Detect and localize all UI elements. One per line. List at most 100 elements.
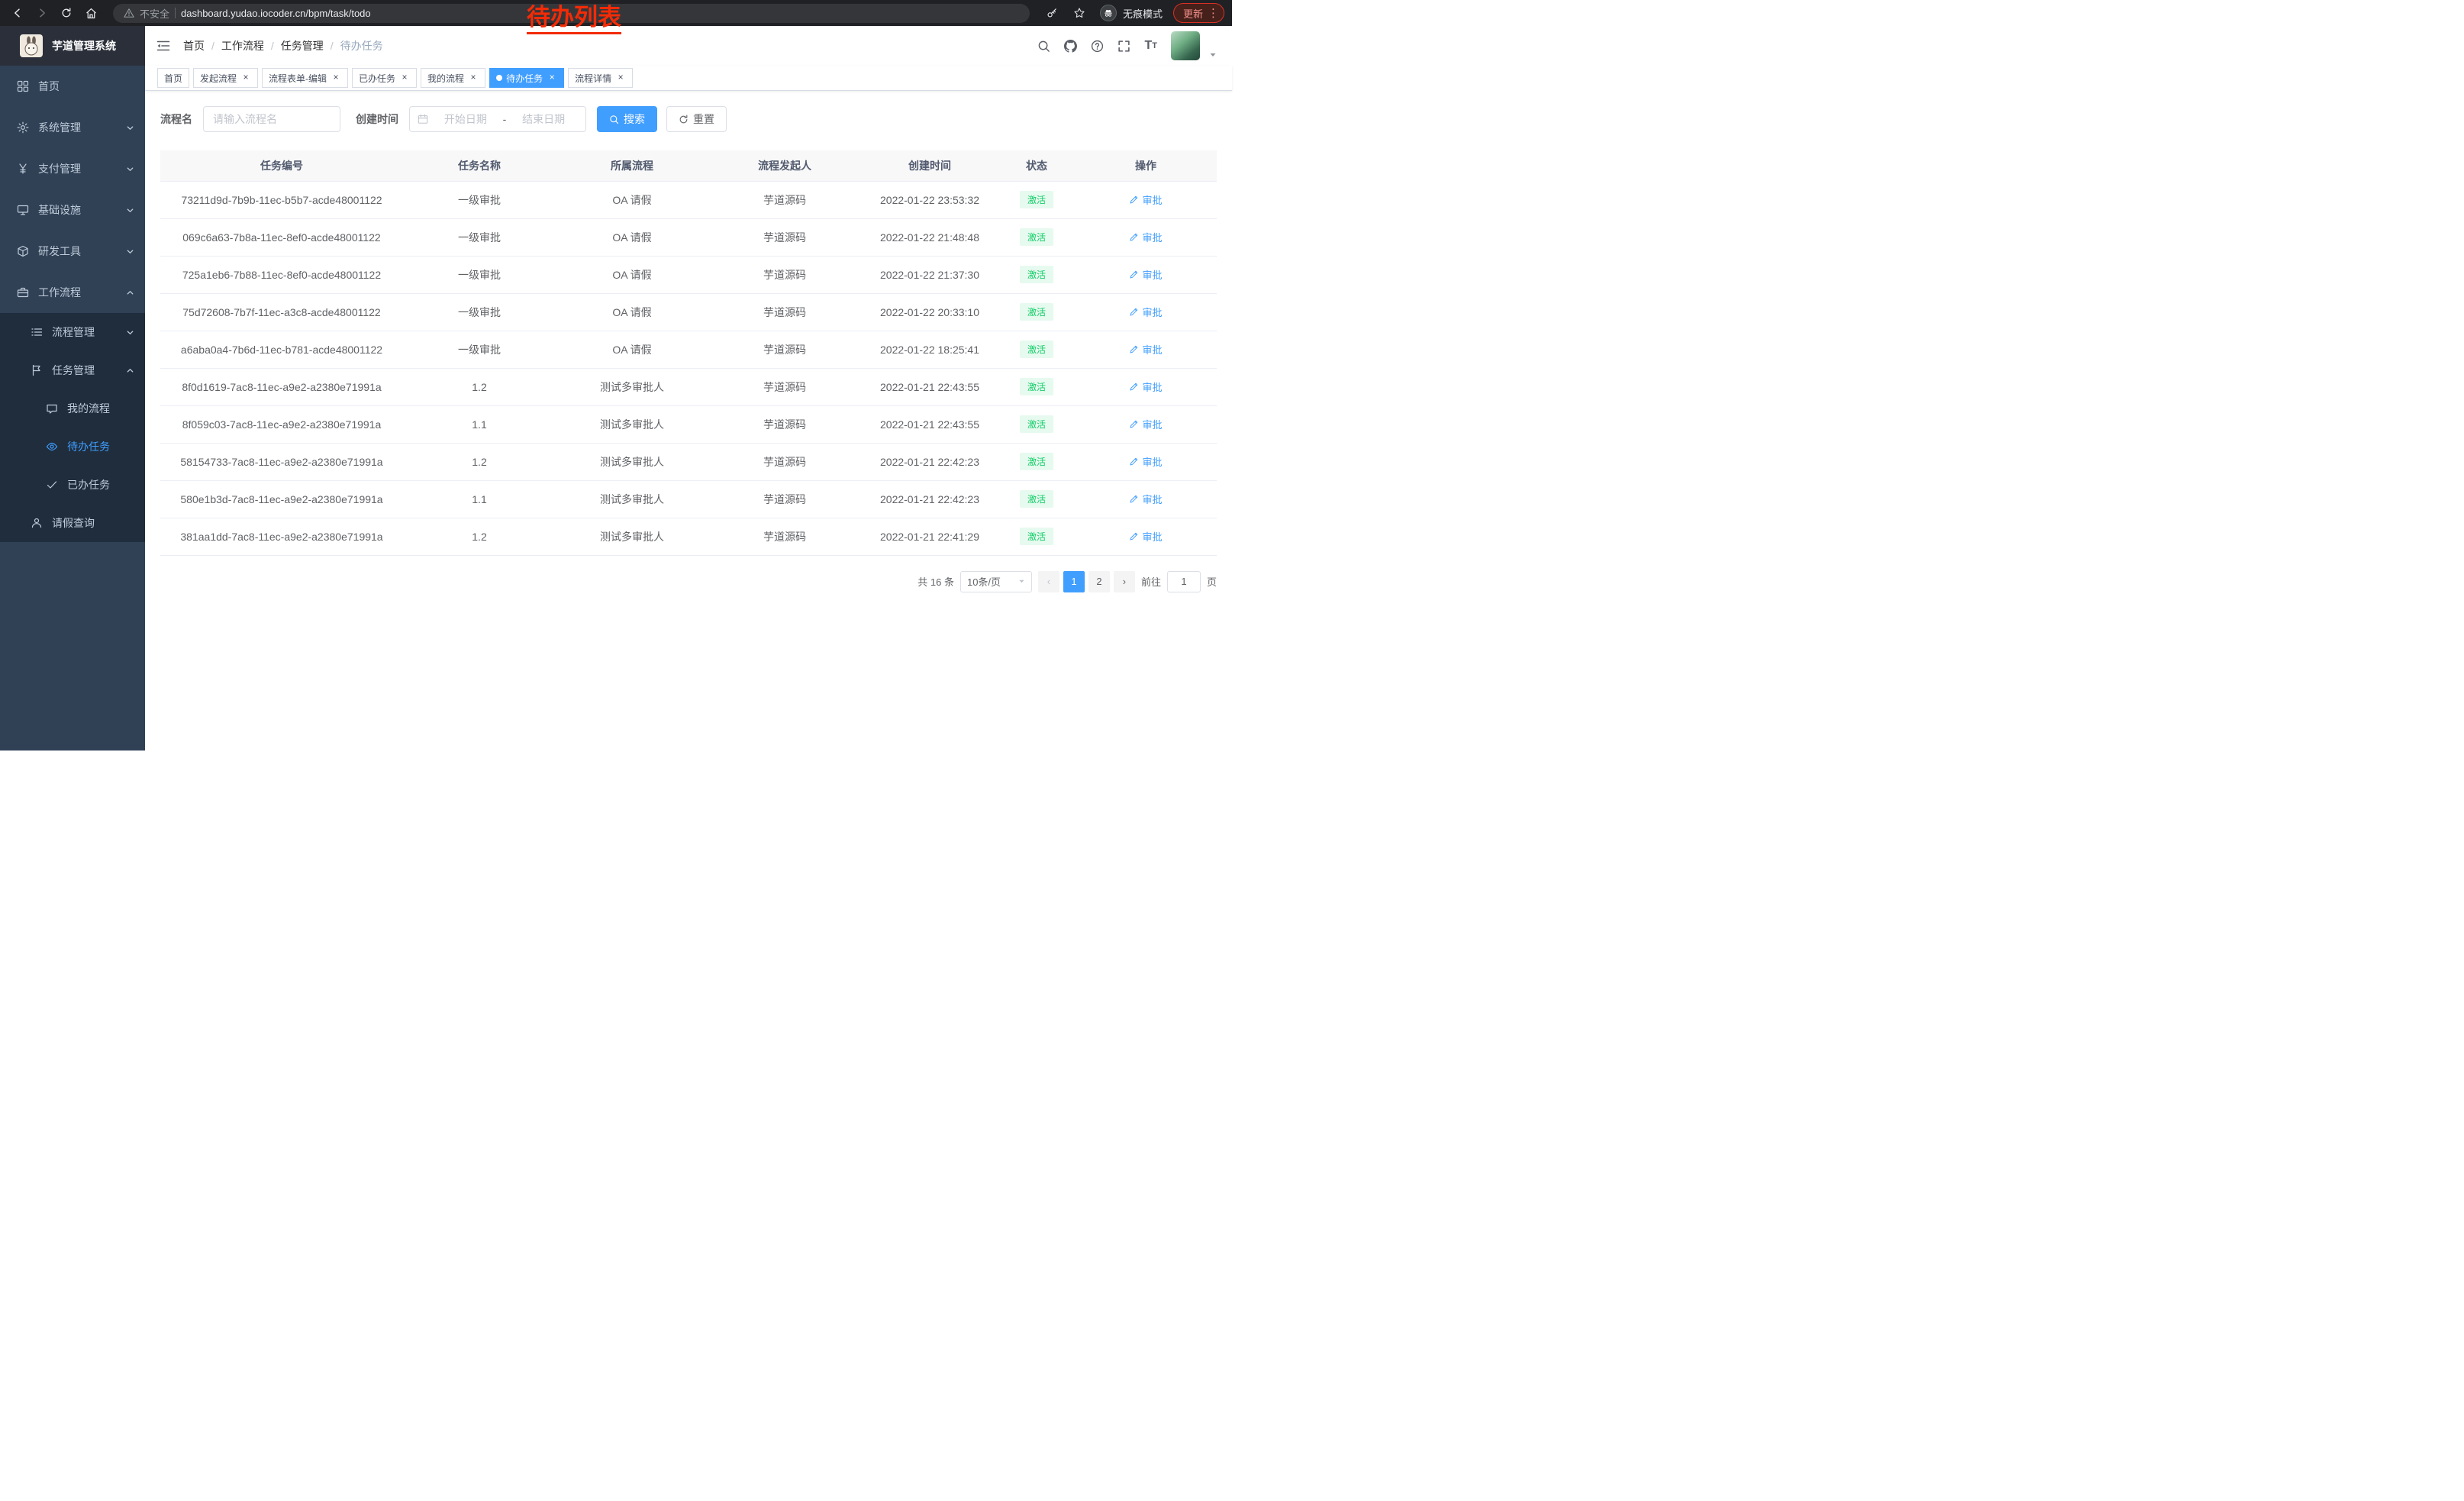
chat-icon xyxy=(46,402,58,415)
search-button-label: 搜索 xyxy=(624,111,645,127)
browser-home-icon[interactable] xyxy=(81,3,101,23)
approve-link[interactable]: 审批 xyxy=(1129,492,1162,506)
avatar-caret-icon[interactable] xyxy=(1209,51,1217,60)
reset-button[interactable]: 重置 xyxy=(666,106,727,132)
create-time-range-picker[interactable]: 开始日期 - 结束日期 xyxy=(409,106,586,132)
github-icon[interactable] xyxy=(1064,40,1077,53)
breadcrumb-item[interactable]: 工作流程 xyxy=(221,38,264,53)
tab-close-icon[interactable]: × xyxy=(399,73,410,83)
page-button-2[interactable]: 2 xyxy=(1088,571,1110,592)
breadcrumb-item[interactable]: 任务管理 xyxy=(281,38,324,53)
sidebar-item-infrastructure[interactable]: 基础设施 xyxy=(0,189,145,231)
approve-link[interactable]: 审批 xyxy=(1129,305,1162,319)
sidebar-item-payment-management[interactable]: 支付管理 xyxy=(0,148,145,189)
search-button[interactable]: 搜索 xyxy=(597,106,657,132)
approve-link[interactable]: 审批 xyxy=(1129,529,1162,544)
end-date-placeholder[interactable]: 结束日期 xyxy=(509,111,578,127)
browser-forward-icon[interactable] xyxy=(32,3,52,23)
sidebar-item-my-process[interactable]: 我的流程 xyxy=(0,389,145,428)
sidebar-item-process-management[interactable]: 流程管理 xyxy=(0,313,145,351)
bookmark-star-icon[interactable] xyxy=(1069,3,1089,23)
table-row: 75d72608-7b7f-11ec-a3c8-acde48001122 一级审… xyxy=(160,293,1217,331)
security-label[interactable]: 不安全 xyxy=(140,6,169,21)
process-cell: OA 请假 xyxy=(556,331,708,368)
status-badge: 激活 xyxy=(1020,378,1053,395)
page-button-1[interactable]: 1 xyxy=(1063,571,1085,592)
browser-reload-icon[interactable] xyxy=(56,3,76,23)
status-badge: 激活 xyxy=(1020,341,1053,358)
page-size-value: 10条/页 xyxy=(967,574,1001,589)
task-id-cell: 73211d9d-7b9b-11ec-b5b7-acde48001122 xyxy=(160,181,403,218)
pagination-next-button[interactable]: › xyxy=(1114,571,1135,592)
approve-link[interactable]: 审批 xyxy=(1129,417,1162,431)
briefcase-icon xyxy=(17,286,29,299)
tab-bar: 首页 发起流程 × 流程表单-编辑 × 已办任务 × 我的流程 × 待办任务 ×… xyxy=(145,66,1232,91)
chevron-up-icon xyxy=(126,366,134,375)
approve-link[interactable]: 审批 xyxy=(1129,379,1162,394)
pagination-prev-button[interactable]: ‹ xyxy=(1038,571,1059,592)
task-name-cell: 一级审批 xyxy=(403,256,556,293)
tab-close-icon[interactable]: × xyxy=(468,73,479,83)
approve-link[interactable]: 审批 xyxy=(1129,342,1162,357)
goto-page-input[interactable] xyxy=(1167,571,1201,592)
status-badge: 激活 xyxy=(1020,490,1053,508)
incognito-label: 无痕模式 xyxy=(1123,6,1163,21)
user-icon xyxy=(31,517,43,529)
edit-icon xyxy=(1129,195,1139,205)
browser-back-icon[interactable] xyxy=(8,3,27,23)
fullscreen-icon[interactable] xyxy=(1118,40,1130,53)
tab-首页[interactable]: 首页 xyxy=(157,68,189,88)
process-name-input[interactable] xyxy=(203,106,340,132)
sidebar-item-task-management[interactable]: 任务管理 xyxy=(0,351,145,389)
task-name-cell: 1.1 xyxy=(403,405,556,443)
sidebar-item-dev-tools[interactable]: 研发工具 xyxy=(0,231,145,272)
app-logo[interactable]: 芋道管理系统 xyxy=(0,26,145,66)
tab-已办任务[interactable]: 已办任务 × xyxy=(352,68,417,88)
password-key-icon[interactable] xyxy=(1042,3,1062,23)
help-icon[interactable] xyxy=(1091,40,1104,53)
tab-流程详情[interactable]: 流程详情 × xyxy=(568,68,633,88)
browser-menu-icon[interactable]: ⋮ xyxy=(1208,6,1219,20)
process-cell: OA 请假 xyxy=(556,218,708,256)
breadcrumb-item[interactable]: 首页 xyxy=(183,38,205,53)
created-time-cell: 2022-01-22 23:53:32 xyxy=(861,181,998,218)
sidebar-item-workflow[interactable]: 工作流程 xyxy=(0,272,145,313)
update-button[interactable]: 更新 ⋮ xyxy=(1173,3,1224,23)
sidebar-collapse-icon[interactable] xyxy=(156,38,171,53)
column-header: 流程发起人 xyxy=(708,150,861,181)
breadcrumb-separator: / xyxy=(211,40,214,52)
tab-待办任务[interactable]: 待办任务 × xyxy=(489,68,564,88)
page-size-select[interactable]: 10条/页 xyxy=(960,571,1032,592)
table-row: 725a1eb6-7b88-11ec-8ef0-acde48001122 一级审… xyxy=(160,256,1217,293)
status-badge: 激活 xyxy=(1020,415,1053,433)
approve-link[interactable]: 审批 xyxy=(1129,192,1162,207)
sidebar-item-done-task[interactable]: 已办任务 xyxy=(0,466,145,504)
sidebar-item-system-management[interactable]: 系统管理 xyxy=(0,107,145,148)
approve-link[interactable]: 审批 xyxy=(1129,454,1162,469)
search-icon[interactable] xyxy=(1037,40,1050,53)
status-badge: 激活 xyxy=(1020,303,1053,321)
tab-close-icon[interactable]: × xyxy=(547,73,557,83)
font-size-icon[interactable]: TT xyxy=(1144,40,1157,52)
approve-link[interactable]: 审批 xyxy=(1129,267,1162,282)
approve-link[interactable]: 审批 xyxy=(1129,230,1162,244)
created-time-cell: 2022-01-22 18:25:41 xyxy=(861,331,998,368)
sidebar-item-todo-task[interactable]: 待办任务 xyxy=(0,428,145,466)
sidebar-item-leave-query[interactable]: 请假查询 xyxy=(0,504,145,542)
list-icon xyxy=(31,326,43,338)
column-header: 所属流程 xyxy=(556,150,708,181)
eye-icon xyxy=(46,441,58,453)
start-date-placeholder[interactable]: 开始日期 xyxy=(431,111,500,127)
sidebar-item-home[interactable]: 首页 xyxy=(0,66,145,107)
tab-发起流程[interactable]: 发起流程 × xyxy=(193,68,258,88)
column-header: 任务编号 xyxy=(160,150,403,181)
tab-我的流程[interactable]: 我的流程 × xyxy=(421,68,485,88)
tab-流程表单-编辑[interactable]: 流程表单-编辑 × xyxy=(262,68,348,88)
tab-close-icon[interactable]: × xyxy=(615,73,626,83)
table-row: 580e1b3d-7ac8-11ec-a9e2-a2380e71991a 1.1… xyxy=(160,480,1217,518)
tab-close-icon[interactable]: × xyxy=(240,73,251,83)
tab-close-icon[interactable]: × xyxy=(331,73,341,83)
user-avatar[interactable] xyxy=(1171,31,1200,60)
select-caret-icon xyxy=(1018,578,1025,585)
initiator-cell: 芋道源码 xyxy=(708,331,861,368)
